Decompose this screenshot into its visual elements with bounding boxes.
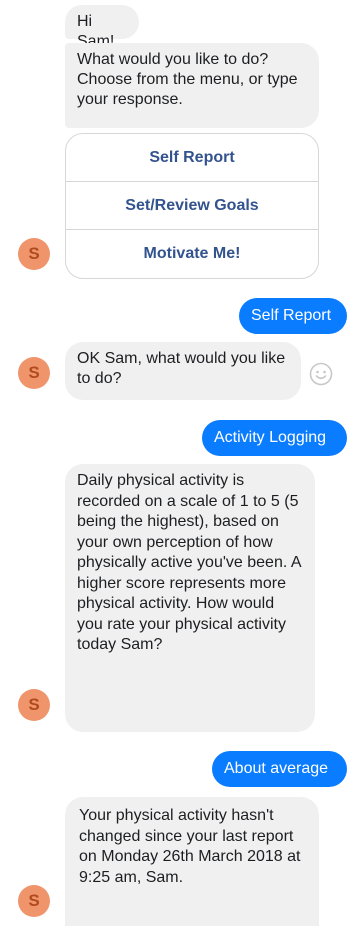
- menu-item-set-review-goals[interactable]: Set/Review Goals: [66, 182, 318, 230]
- bot-avatar: S: [18, 357, 50, 389]
- menu-item-motivate-me[interactable]: Motivate Me!: [66, 230, 318, 278]
- bot-avatar: S: [18, 689, 50, 721]
- user-message-text: Activity Logging: [214, 429, 327, 446]
- avatar-initial: S: [28, 695, 40, 714]
- bot-message-greeting: Hi Sam!: [65, 5, 139, 50]
- quick-reply-menu: Self Report Set/Review Goals Motivate Me…: [65, 133, 319, 279]
- user-message-text: About average: [224, 760, 329, 777]
- avatar-initial: S: [28, 244, 40, 263]
- avatar-initial: S: [28, 363, 40, 382]
- bot-message-text: OK Sam, what would you like to do?: [77, 350, 286, 387]
- bot-message-text: Your physical activity hasn't changed si…: [79, 807, 301, 886]
- bot-avatar: S: [18, 238, 50, 270]
- bot-message-ok: OK Sam, what would you like to do?: [65, 342, 301, 400]
- user-message-activity-logging: Activity Logging: [202, 420, 347, 456]
- menu-item-self-report[interactable]: Self Report: [66, 134, 318, 182]
- bot-message-text: Daily physical activity is recorded on a…: [77, 472, 301, 653]
- smiley-face-icon[interactable]: [309, 362, 333, 386]
- bot-message-prompt: What would you like to do? Choose from t…: [65, 43, 319, 128]
- bot-avatar: S: [18, 885, 50, 917]
- bot-message-activity-summary: Your physical activity hasn't changed si…: [65, 797, 319, 926]
- bot-message-activity-info: Daily physical activity is recorded on a…: [65, 464, 315, 732]
- user-message-self-report: Self Report: [239, 298, 347, 334]
- user-message-text: Self Report: [251, 307, 332, 324]
- user-message-about-average: About average: [212, 751, 347, 787]
- bot-message-text: What would you like to do? Choose from t…: [77, 51, 298, 108]
- avatar-initial: S: [28, 891, 40, 910]
